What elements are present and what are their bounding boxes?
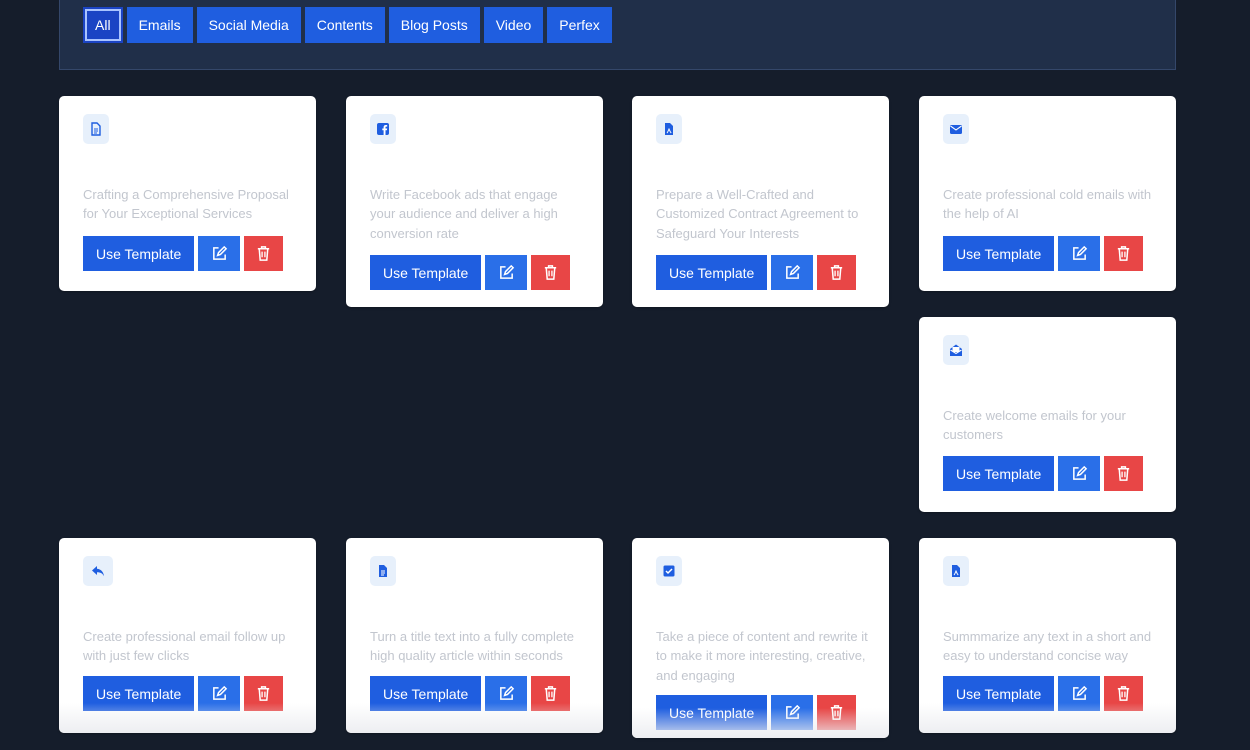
edit-icon	[212, 245, 228, 260]
delete-button[interactable]	[1104, 676, 1144, 711]
filter-bar: All Emails Social Media Contents Blog Po…	[59, 0, 1176, 70]
template-description: Create welcome emails for your customers	[943, 408, 1126, 443]
edit-button[interactable]	[485, 255, 528, 290]
template-card-rewrite: Take a piece of content and rewrite it t…	[632, 538, 889, 738]
delete-button[interactable]	[817, 695, 857, 730]
filter-group: All Emails Social Media Contents Blog Po…	[83, 7, 612, 43]
edit-icon	[499, 685, 515, 700]
envelope-open-icon	[943, 335, 969, 365]
file-summary-icon	[943, 556, 969, 586]
delete-button[interactable]	[244, 676, 284, 711]
edit-button[interactable]	[771, 695, 814, 730]
template-card-follow-up: Create professional email follow up with…	[59, 538, 316, 733]
edit-button[interactable]	[198, 676, 241, 711]
trash-icon	[545, 686, 557, 701]
template-card-proposal: Crafting a Comprehensive Proposal for Yo…	[59, 96, 316, 291]
edit-icon	[785, 704, 801, 719]
template-card-summarize: Summmarize any text in a short and easy …	[919, 538, 1176, 733]
use-template-button[interactable]: Use Template	[943, 456, 1055, 491]
edit-button[interactable]	[1058, 236, 1101, 271]
delete-button[interactable]	[531, 676, 571, 711]
template-description: Create professional email follow up with…	[83, 629, 286, 664]
template-description: Take a piece of content and rewrite it t…	[656, 629, 868, 683]
edit-icon	[212, 685, 228, 700]
file-text-icon	[83, 114, 109, 144]
trash-icon	[1118, 686, 1130, 701]
card-actions: Use Template	[943, 236, 1144, 271]
edit-button[interactable]	[198, 236, 241, 271]
trash-icon	[831, 705, 843, 720]
edit-icon	[1072, 465, 1088, 480]
card-actions: Use Template	[943, 456, 1144, 491]
use-template-button[interactable]: Use Template	[370, 255, 482, 290]
file-article-icon	[370, 556, 396, 586]
delete-button[interactable]	[817, 255, 857, 290]
edit-icon	[785, 264, 801, 279]
edit-icon	[1072, 685, 1088, 700]
template-card-contract: Prepare a Well-Crafted and Customized Co…	[632, 96, 889, 307]
card-actions: Use Template	[370, 255, 571, 290]
filter-emails[interactable]: Emails	[126, 7, 193, 43]
trash-icon	[1118, 246, 1130, 261]
filter-perfex[interactable]: Perfex	[547, 7, 612, 43]
card-actions: Use Template	[83, 236, 284, 271]
use-template-button[interactable]: Use Template	[83, 676, 195, 711]
edit-icon	[499, 264, 515, 279]
filter-blog-posts[interactable]: Blog Posts	[388, 7, 480, 43]
filter-video[interactable]: Video	[483, 7, 544, 43]
template-description: Create professional cold emails with the…	[943, 187, 1152, 222]
use-template-button[interactable]: Use Template	[656, 255, 768, 290]
template-description: Turn a title text into a fully complete …	[370, 629, 575, 664]
template-card-cold-email: Create professional cold emails with the…	[919, 96, 1176, 291]
filter-social-media[interactable]: Social Media	[196, 7, 301, 43]
check-square-icon	[656, 556, 682, 586]
template-description: Crafting a Comprehensive Proposal for Yo…	[83, 187, 289, 222]
delete-button[interactable]	[244, 236, 284, 271]
template-description: Write Facebook ads that engage your audi…	[370, 187, 558, 241]
template-card-article: Turn a title text into a fully complete …	[346, 538, 603, 733]
reply-icon	[83, 556, 113, 586]
edit-icon	[1072, 245, 1088, 260]
template-description: Summmarize any text in a short and easy …	[943, 629, 1152, 664]
use-template-button[interactable]: Use Template	[943, 676, 1055, 711]
edit-button[interactable]	[485, 676, 528, 711]
filter-contents[interactable]: Contents	[304, 7, 385, 43]
card-actions: Use Template	[656, 695, 857, 730]
facebook-icon	[370, 114, 396, 144]
card-actions: Use Template	[370, 676, 571, 711]
template-description: Prepare a Well-Crafted and Customized Co…	[656, 187, 859, 241]
card-actions: Use Template	[656, 255, 857, 290]
envelope-icon	[943, 114, 969, 144]
template-card-welcome-email: Create welcome emails for your customers…	[919, 317, 1176, 512]
use-template-button[interactable]: Use Template	[943, 236, 1055, 271]
card-actions: Use Template	[943, 676, 1144, 711]
edit-button[interactable]	[1058, 676, 1101, 711]
template-card-facebook-ads: Write Facebook ads that engage your audi…	[346, 96, 603, 307]
trash-icon	[1118, 466, 1130, 481]
use-template-button[interactable]: Use Template	[656, 695, 768, 730]
use-template-button[interactable]: Use Template	[370, 676, 482, 711]
edit-button[interactable]	[771, 255, 814, 290]
delete-button[interactable]	[531, 255, 571, 290]
edit-button[interactable]	[1058, 456, 1101, 491]
delete-button[interactable]	[1104, 456, 1144, 491]
filter-all[interactable]: All	[83, 7, 123, 43]
trash-icon	[545, 265, 557, 280]
file-contract-icon	[656, 114, 682, 144]
trash-icon	[258, 686, 270, 701]
use-template-button[interactable]: Use Template	[83, 236, 195, 271]
card-actions: Use Template	[83, 676, 284, 711]
trash-icon	[258, 246, 270, 261]
delete-button[interactable]	[1104, 236, 1144, 271]
trash-icon	[831, 265, 843, 280]
